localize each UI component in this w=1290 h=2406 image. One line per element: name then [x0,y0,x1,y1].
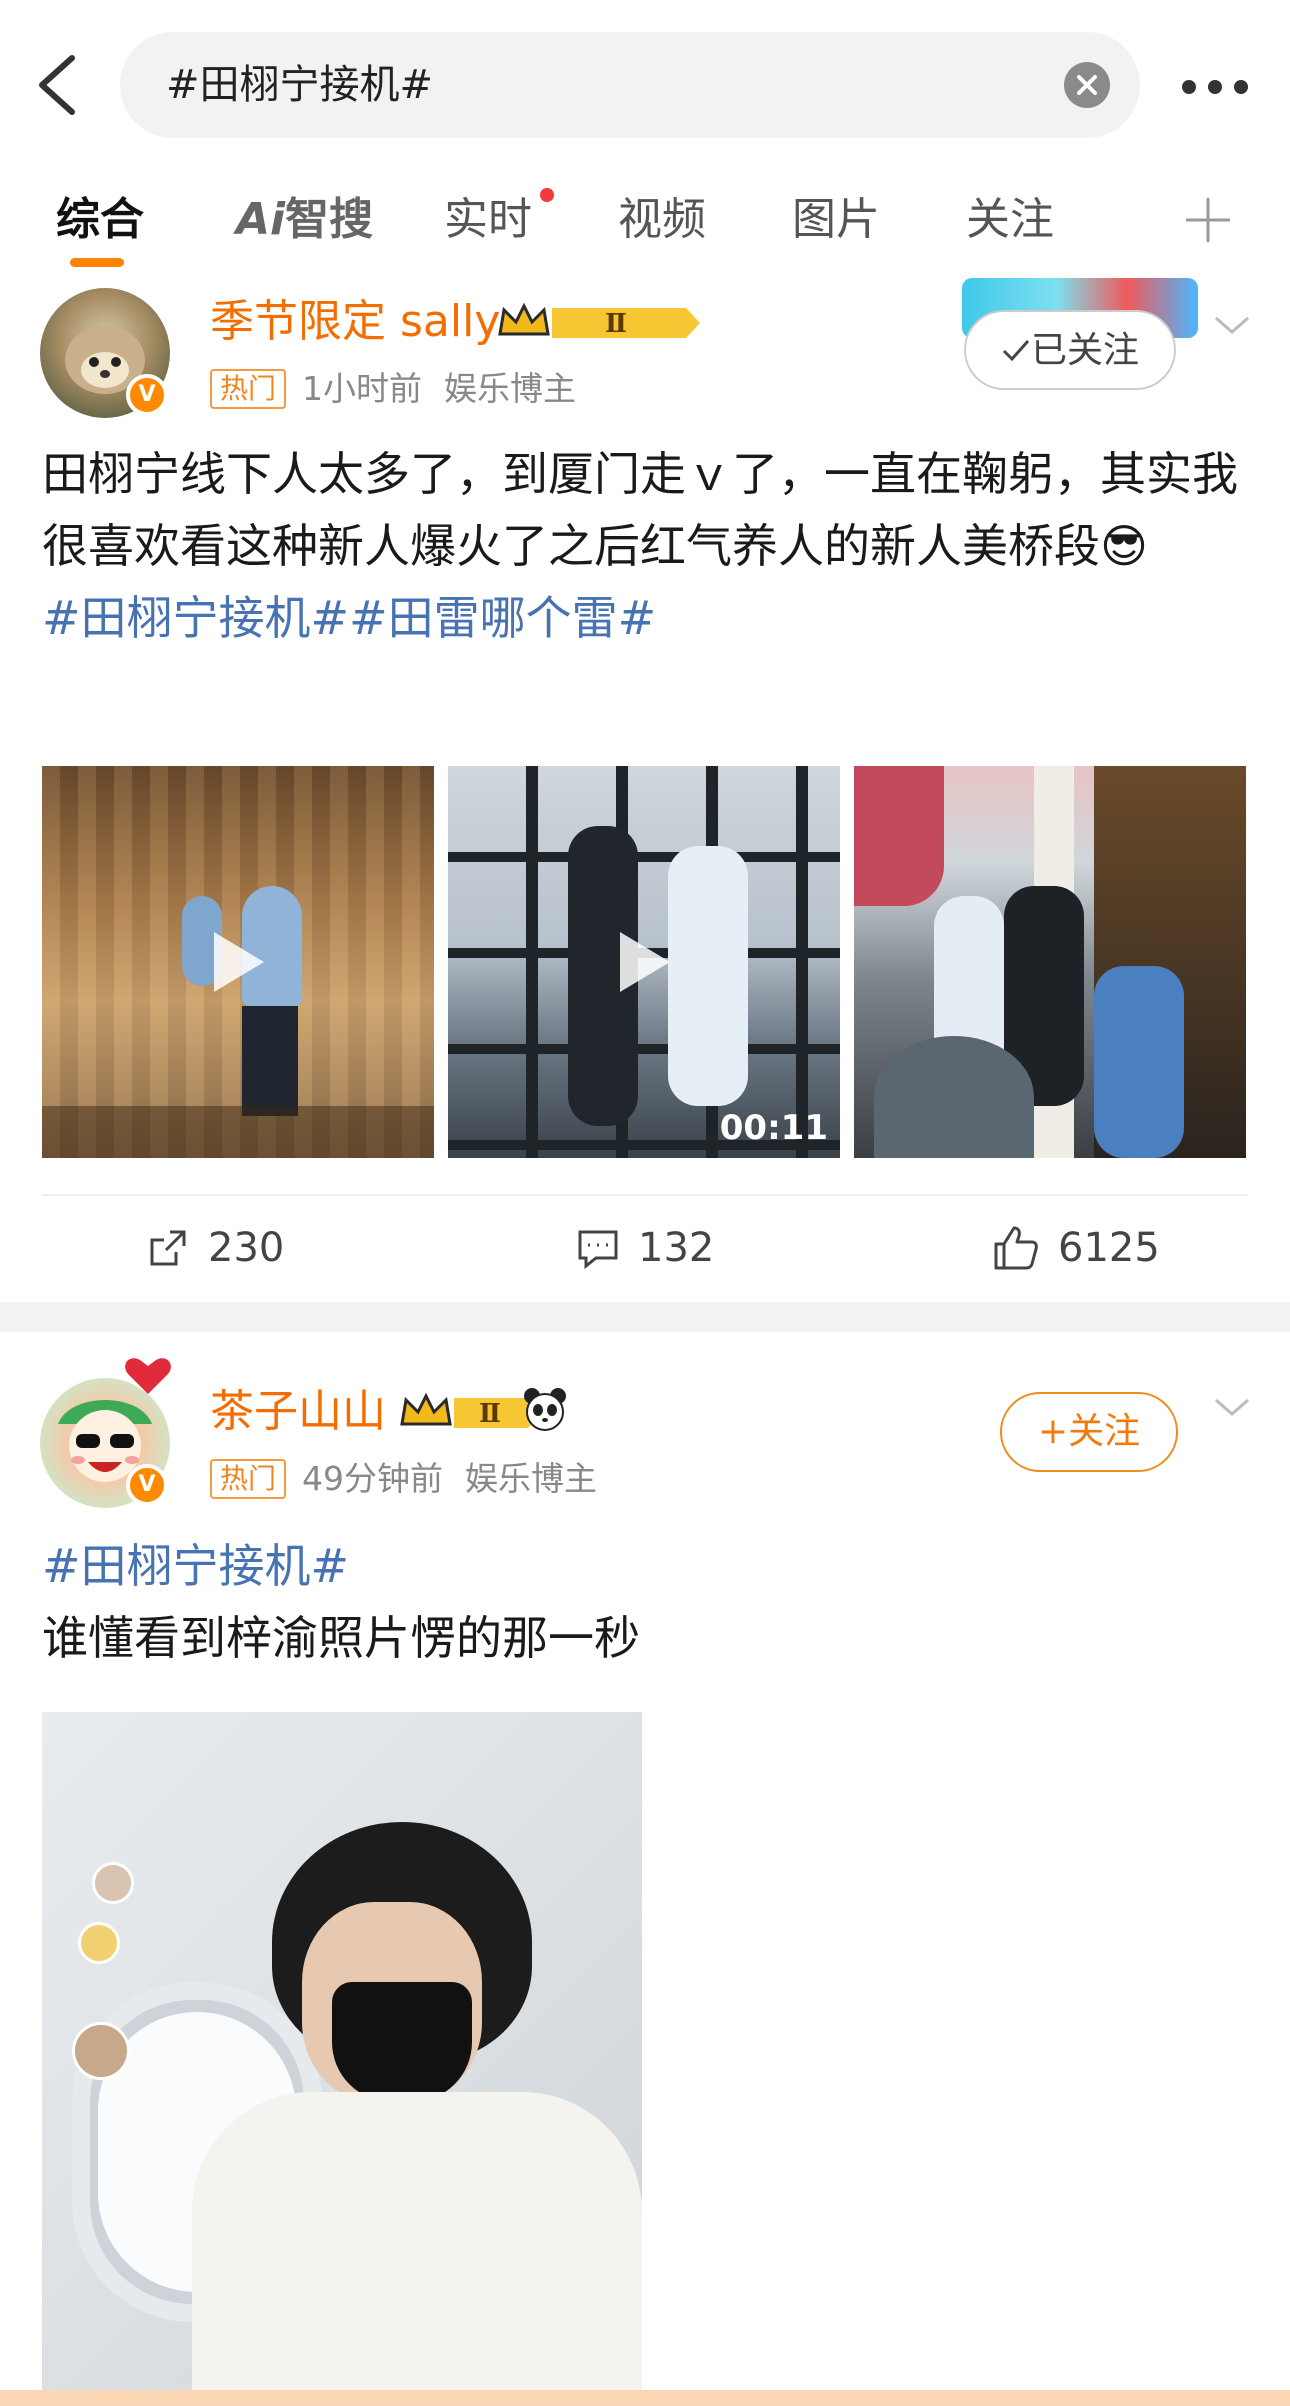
verified-badge-icon: V [126,374,168,416]
play-icon [620,932,670,992]
post-card: V 茶子山山 Ⅱ 热门 49分钟前 娱乐博主 +关注 #田栩宁接机# 谁懂看到梓渝照… [0,1332,1290,2406]
clear-search-icon[interactable] [1064,62,1110,108]
post-text: 谁懂看到梓渝照片愣的那一秒 [42,1611,640,1665]
post-hashtags[interactable]: #田栩宁接机# [42,1539,349,1593]
check-icon [1002,340,1030,362]
vip-crown-badge-icon: Ⅱ [400,1392,542,1429]
ai-prefix: Ai [236,194,286,245]
share-icon [150,1230,186,1266]
panda-icon [524,1388,566,1431]
search-input[interactable]: #田栩宁接机# [120,32,1140,138]
post-body: #田栩宁接机# 谁懂看到梓渝照片愣的那一秒 [42,1530,1252,1674]
repost-count: 230 [208,1225,285,1271]
repost-button[interactable]: 230 [146,1216,284,1278]
vip-crown-badge-icon: Ⅱ [498,302,700,339]
post-category: 娱乐博主 [465,1458,598,1498]
tab-ai-search[interactable]: Ai智搜 [236,190,373,250]
hot-tag: 热门 [210,1458,287,1499]
add-tab-icon[interactable] [1180,192,1236,248]
notification-dot [540,188,554,202]
post-body: 田栩宁线下人太多了，到厦门走ｖ了，一直在鞠躬，其实我很喜欢看这种新人爆火了之后红… [42,438,1252,654]
username[interactable]: 茶子山山 [210,1382,386,1442]
tab-following[interactable]: 关注 [966,190,1054,250]
post-text: 田栩宁线下人太多了，到厦门走ｖ了，一直在鞠躬，其实我很喜欢看这种新人爆火了之后红… [42,447,1238,573]
play-icon [214,932,264,992]
hot-tag: 热门 [210,368,287,409]
tab-video[interactable]: 视频 [618,190,706,250]
divider [42,1194,1248,1196]
follow-label: 已关注 [1030,330,1139,371]
comment-icon [578,1230,618,1270]
tab-comprehensive[interactable]: 综合 [56,190,144,250]
comment-count: 132 [638,1225,715,1271]
tab-realtime[interactable]: 实时 [444,190,532,250]
post-category: 娱乐博主 [444,368,577,408]
top-bar: #田栩宁接机# [0,0,1290,165]
badge-level: Ⅱ [479,1399,501,1429]
chevron-down-icon[interactable] [1210,1392,1254,1422]
post-time: 1小时前 [302,368,423,408]
badge-level: Ⅱ [605,309,627,339]
chevron-down-icon[interactable] [1210,310,1254,340]
heart-icon [125,1358,171,1394]
post-time: 49分钟前 [302,1458,444,1498]
back-arrow-icon[interactable] [28,50,88,120]
comment-button[interactable]: 132 [576,1216,714,1278]
more-options-icon[interactable] [1170,60,1260,110]
like-count: 6125 [1058,1225,1160,1271]
like-button[interactable]: 6125 [992,1216,1160,1278]
post-meta: 热门 1小时前 娱乐博主 [210,364,598,412]
username[interactable]: 季节限定 sally [210,292,500,352]
video-duration: 00:11 [719,1108,828,1148]
video-thumbnail[interactable]: 00:11 [448,766,840,1158]
follow-button[interactable]: +关注 [1000,1392,1178,1472]
video-thumbnail[interactable] [42,766,434,1158]
search-tabs: 综合 Ai智搜 实时 视频 图片 关注 [0,170,1290,270]
post-meta: 热门 49分钟前 娱乐博主 [210,1454,619,1502]
active-tab-indicator [70,258,124,267]
post-image[interactable] [42,1712,642,2392]
image-thumbnail[interactable] [854,766,1246,1158]
post-hashtags[interactable]: #田栩宁接机##田雷哪个雷# [42,591,656,645]
verified-badge-icon: V [126,1464,168,1506]
tab-images[interactable]: 图片 [792,190,880,250]
post-card: V 季节限定 sally Ⅱ 热门 1小时前 娱乐博主 已关注 田栩宁线下人太多了，… [0,270,1290,1300]
search-query[interactable]: #田栩宁接机# [166,58,433,112]
tab-ai-label: 智搜 [285,194,374,245]
post-separator [0,1302,1290,1332]
followed-button[interactable]: 已关注 [964,310,1176,390]
bottom-edge [0,2390,1290,2406]
thumbs-up-icon [994,1226,1038,1270]
